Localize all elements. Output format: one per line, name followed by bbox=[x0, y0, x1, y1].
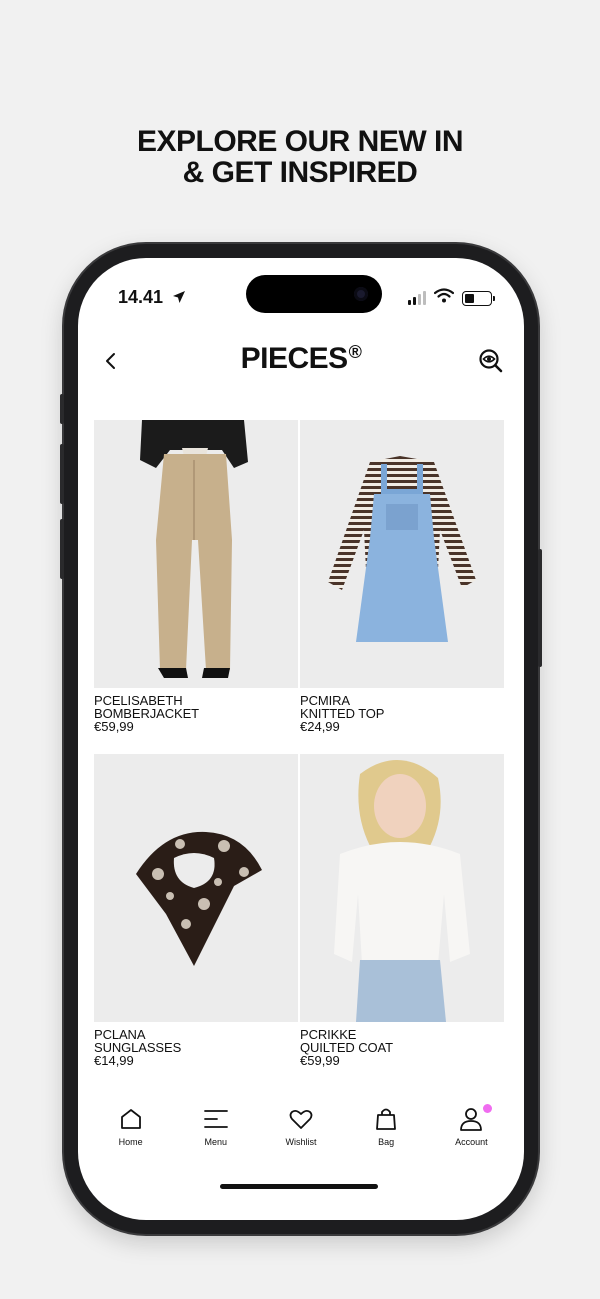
tab-label: Home bbox=[118, 1137, 143, 1147]
brand-logo: PIECES® bbox=[78, 342, 524, 376]
product-card[interactable]: PCMIRA KNITTED TOP €24,99 bbox=[300, 420, 504, 734]
bottom-tab-bar: Home Menu Wishlist Bag Account bbox=[78, 1104, 524, 1166]
cellular-signal-icon bbox=[408, 291, 426, 305]
volume-up-button bbox=[60, 444, 64, 504]
product-price: €24,99 bbox=[300, 719, 340, 734]
tab-menu[interactable]: Menu bbox=[181, 1106, 251, 1166]
product-image[interactable] bbox=[300, 754, 504, 1022]
home-indicator[interactable] bbox=[220, 1184, 378, 1189]
tab-label: Menu bbox=[204, 1137, 228, 1147]
battery-icon bbox=[462, 290, 495, 306]
tab-home[interactable]: Home bbox=[96, 1106, 166, 1166]
promo-headline: EXPLORE OUR NEW IN & GET INSPIRED bbox=[0, 126, 600, 188]
phone-screen: 14.41 PIECES® PCELISABETH BOMBERJACKET €… bbox=[78, 258, 524, 1220]
product-price: €14,99 bbox=[94, 1053, 134, 1068]
headline-line-1: EXPLORE OUR NEW IN bbox=[136, 125, 464, 158]
mute-switch bbox=[60, 394, 64, 424]
eye-search-icon bbox=[479, 349, 503, 373]
registered-mark: ® bbox=[348, 342, 362, 362]
dynamic-island bbox=[246, 275, 382, 313]
visual-search-button[interactable] bbox=[478, 348, 504, 374]
account-icon bbox=[460, 1108, 483, 1131]
product-image[interactable] bbox=[300, 420, 504, 688]
menu-icon bbox=[203, 1110, 228, 1128]
tab-label: Bag bbox=[378, 1137, 395, 1147]
product-image[interactable] bbox=[94, 754, 298, 1022]
heart-icon bbox=[289, 1109, 313, 1129]
location-arrow-icon bbox=[172, 288, 186, 309]
product-image[interactable] bbox=[94, 420, 298, 688]
tab-label: Wishlist bbox=[285, 1137, 317, 1147]
volume-down-button bbox=[60, 519, 64, 579]
tab-account[interactable]: Account bbox=[436, 1104, 506, 1166]
tab-bag[interactable]: Bag bbox=[351, 1106, 421, 1166]
tab-label: Account bbox=[455, 1137, 488, 1147]
headline-line-2: & GET INSPIRED bbox=[182, 156, 418, 189]
product-price: €59,99 bbox=[94, 719, 134, 734]
power-button bbox=[538, 549, 542, 667]
brand-name: PIECES bbox=[240, 342, 349, 375]
wifi-icon bbox=[433, 288, 455, 308]
product-price: €59,99 bbox=[300, 1053, 340, 1068]
status-time: 14.41 bbox=[118, 287, 186, 309]
status-time-text: 14.41 bbox=[118, 287, 164, 307]
home-icon bbox=[120, 1109, 141, 1129]
phone-mockup: 14.41 PIECES® PCELISABETH BOMBERJACKET €… bbox=[60, 244, 542, 1234]
product-card[interactable]: PCLANA SUNGLASSES €14,99 bbox=[94, 754, 298, 1068]
status-indicators bbox=[408, 288, 495, 308]
product-card[interactable]: PCELISABETH BOMBERJACKET €59,99 bbox=[94, 420, 298, 734]
bag-icon bbox=[376, 1108, 397, 1130]
notification-badge bbox=[483, 1104, 493, 1113]
product-card[interactable]: PCRIKKE QUILTED COAT €59,99 bbox=[300, 754, 504, 1068]
front-camera bbox=[354, 287, 368, 301]
tab-wishlist[interactable]: Wishlist bbox=[266, 1106, 336, 1166]
app-header: PIECES® bbox=[78, 334, 524, 388]
